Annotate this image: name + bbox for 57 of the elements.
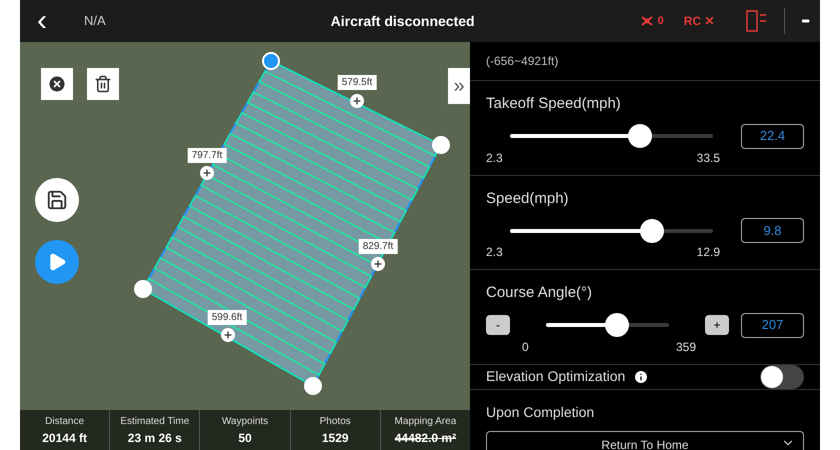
stat-value: 50: [238, 430, 252, 446]
stat-label: Estimated Time: [120, 414, 190, 428]
min-label: 0: [522, 338, 529, 356]
decrease-button[interactable]: -: [486, 315, 510, 335]
max-label: 12.9: [696, 244, 720, 261]
play-button[interactable]: [35, 240, 79, 284]
signal-status: N/A: [84, 12, 106, 30]
drone-icon: [640, 15, 654, 27]
more-button[interactable]: •••: [801, 12, 808, 30]
info-icon[interactable]: [633, 368, 650, 384]
min-label: 2.3: [486, 150, 503, 166]
stat-value: 20144 ft: [42, 430, 87, 446]
stat-label: Distance: [45, 414, 84, 428]
connection-title: Aircraft disconnected: [330, 12, 476, 30]
setting-label: Speed(mph): [486, 188, 570, 208]
add-point-icon[interactable]: [350, 94, 364, 108]
add-point-icon[interactable]: [221, 328, 235, 342]
max-label: 359: [676, 338, 696, 356]
add-point-icon[interactable]: [200, 166, 214, 180]
aircraft-count: 0: [658, 14, 664, 29]
altitude-range: (-656~4921ft): [470, 42, 820, 81]
trash-icon: [94, 75, 112, 93]
increase-button[interactable]: +: [705, 315, 729, 335]
stat-label: Waypoints: [222, 414, 268, 428]
slider-thumb[interactable]: [605, 313, 630, 337]
max-label: 33.5: [696, 150, 720, 166]
rc-status: RC ✕: [684, 13, 714, 30]
save-button[interactable]: [35, 178, 79, 222]
setting-label: Takeoff Speed(mph): [486, 94, 622, 114]
battery-icon: [746, 9, 768, 33]
value-field[interactable]: 9.8: [741, 218, 804, 243]
edge-length-label: 829.7ft: [358, 239, 398, 254]
toggle-switch[interactable]: [760, 364, 804, 388]
edge-length-label: 599.6ft: [208, 310, 246, 325]
setting-label: Course Angle(°): [486, 283, 594, 303]
setting-label: Elevation Optimization: [486, 367, 626, 386]
value-field[interactable]: 207: [741, 312, 804, 338]
collapse-panel-button[interactable]: »: [448, 68, 470, 104]
back-button[interactable]: ‹: [32, 6, 52, 36]
delete-button[interactable]: [87, 68, 119, 100]
add-point-icon[interactable]: [371, 257, 385, 271]
value-field[interactable]: 22.4: [741, 124, 804, 148]
close-icon: [47, 74, 67, 94]
stat-label: Mapping Area: [394, 414, 456, 428]
slider-thumb[interactable]: [640, 218, 664, 242]
stat-value: 44482.0 m²: [394, 430, 456, 446]
stat-label: Photos: [320, 414, 351, 428]
edge-length-label: 579.5ft: [338, 75, 376, 90]
stat-value: 1529: [322, 430, 349, 446]
close-button[interactable]: [41, 68, 73, 100]
completion-dropdown[interactable]: Return To Home: [486, 430, 804, 450]
slider-thumb[interactable]: [628, 124, 652, 148]
setting-label: Upon Completion: [486, 402, 596, 422]
satellite-map[interactable]: 579.5ft 797.7ft 829.7ft 599.6ft » Distance 20144 ft Estimated Time 23 m 26 s Waypoints 50 Photos 1529 Mapping Area 44482.0 m²: [20, 42, 470, 450]
edge-length-label: 797.7ft: [188, 148, 226, 163]
min-label: 2.3: [486, 244, 503, 261]
stat-value: 23 m 26 s: [128, 430, 182, 446]
